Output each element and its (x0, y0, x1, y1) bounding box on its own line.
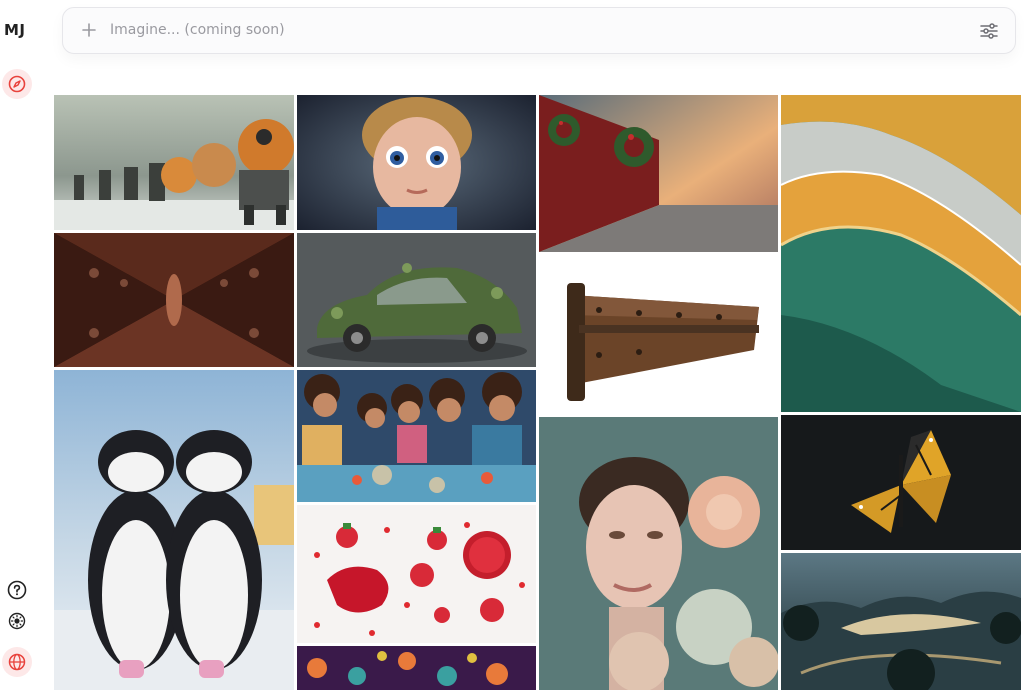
gallery-image-child[interactable] (297, 95, 536, 230)
question-icon (7, 580, 27, 600)
plus-icon[interactable] (81, 21, 97, 43)
gallery-image-tunnel[interactable] (54, 233, 294, 367)
gallery-image-portrait-flowers[interactable] (539, 417, 778, 690)
gallery-image-hinge[interactable] (539, 255, 778, 414)
gallery-image-plant-car[interactable] (297, 233, 536, 367)
compass-icon (8, 75, 26, 93)
globe-icon (8, 653, 26, 671)
sidebar-item-language[interactable] (2, 647, 32, 677)
gallery-image-train[interactable] (539, 95, 778, 252)
app-logo[interactable]: MJ (4, 21, 26, 39)
sun-icon (8, 612, 26, 630)
gallery-image-penguins[interactable] (54, 370, 294, 690)
settings-sliders-icon[interactable] (979, 21, 999, 45)
sidebar-item-theme[interactable] (2, 606, 32, 636)
gallery-image-butterfly[interactable] (781, 415, 1021, 550)
gallery-image-children[interactable] (297, 370, 536, 502)
sidebar-item-explore[interactable] (2, 69, 32, 99)
gallery-image-strawberries[interactable] (297, 505, 536, 643)
imagine-input[interactable]: Imagine... (coming soon) (110, 22, 285, 38)
sidebar-item-help[interactable] (2, 575, 32, 605)
gallery-image-marble[interactable] (781, 95, 1021, 412)
imagine-bar[interactable]: Imagine... (coming soon) (62, 7, 1016, 54)
gallery-image-ornate-pattern[interactable] (297, 646, 536, 690)
sidebar: MJ (0, 0, 34, 690)
gallery-image-robots[interactable] (54, 95, 294, 230)
gallery-image-misty-river[interactable] (781, 553, 1021, 690)
